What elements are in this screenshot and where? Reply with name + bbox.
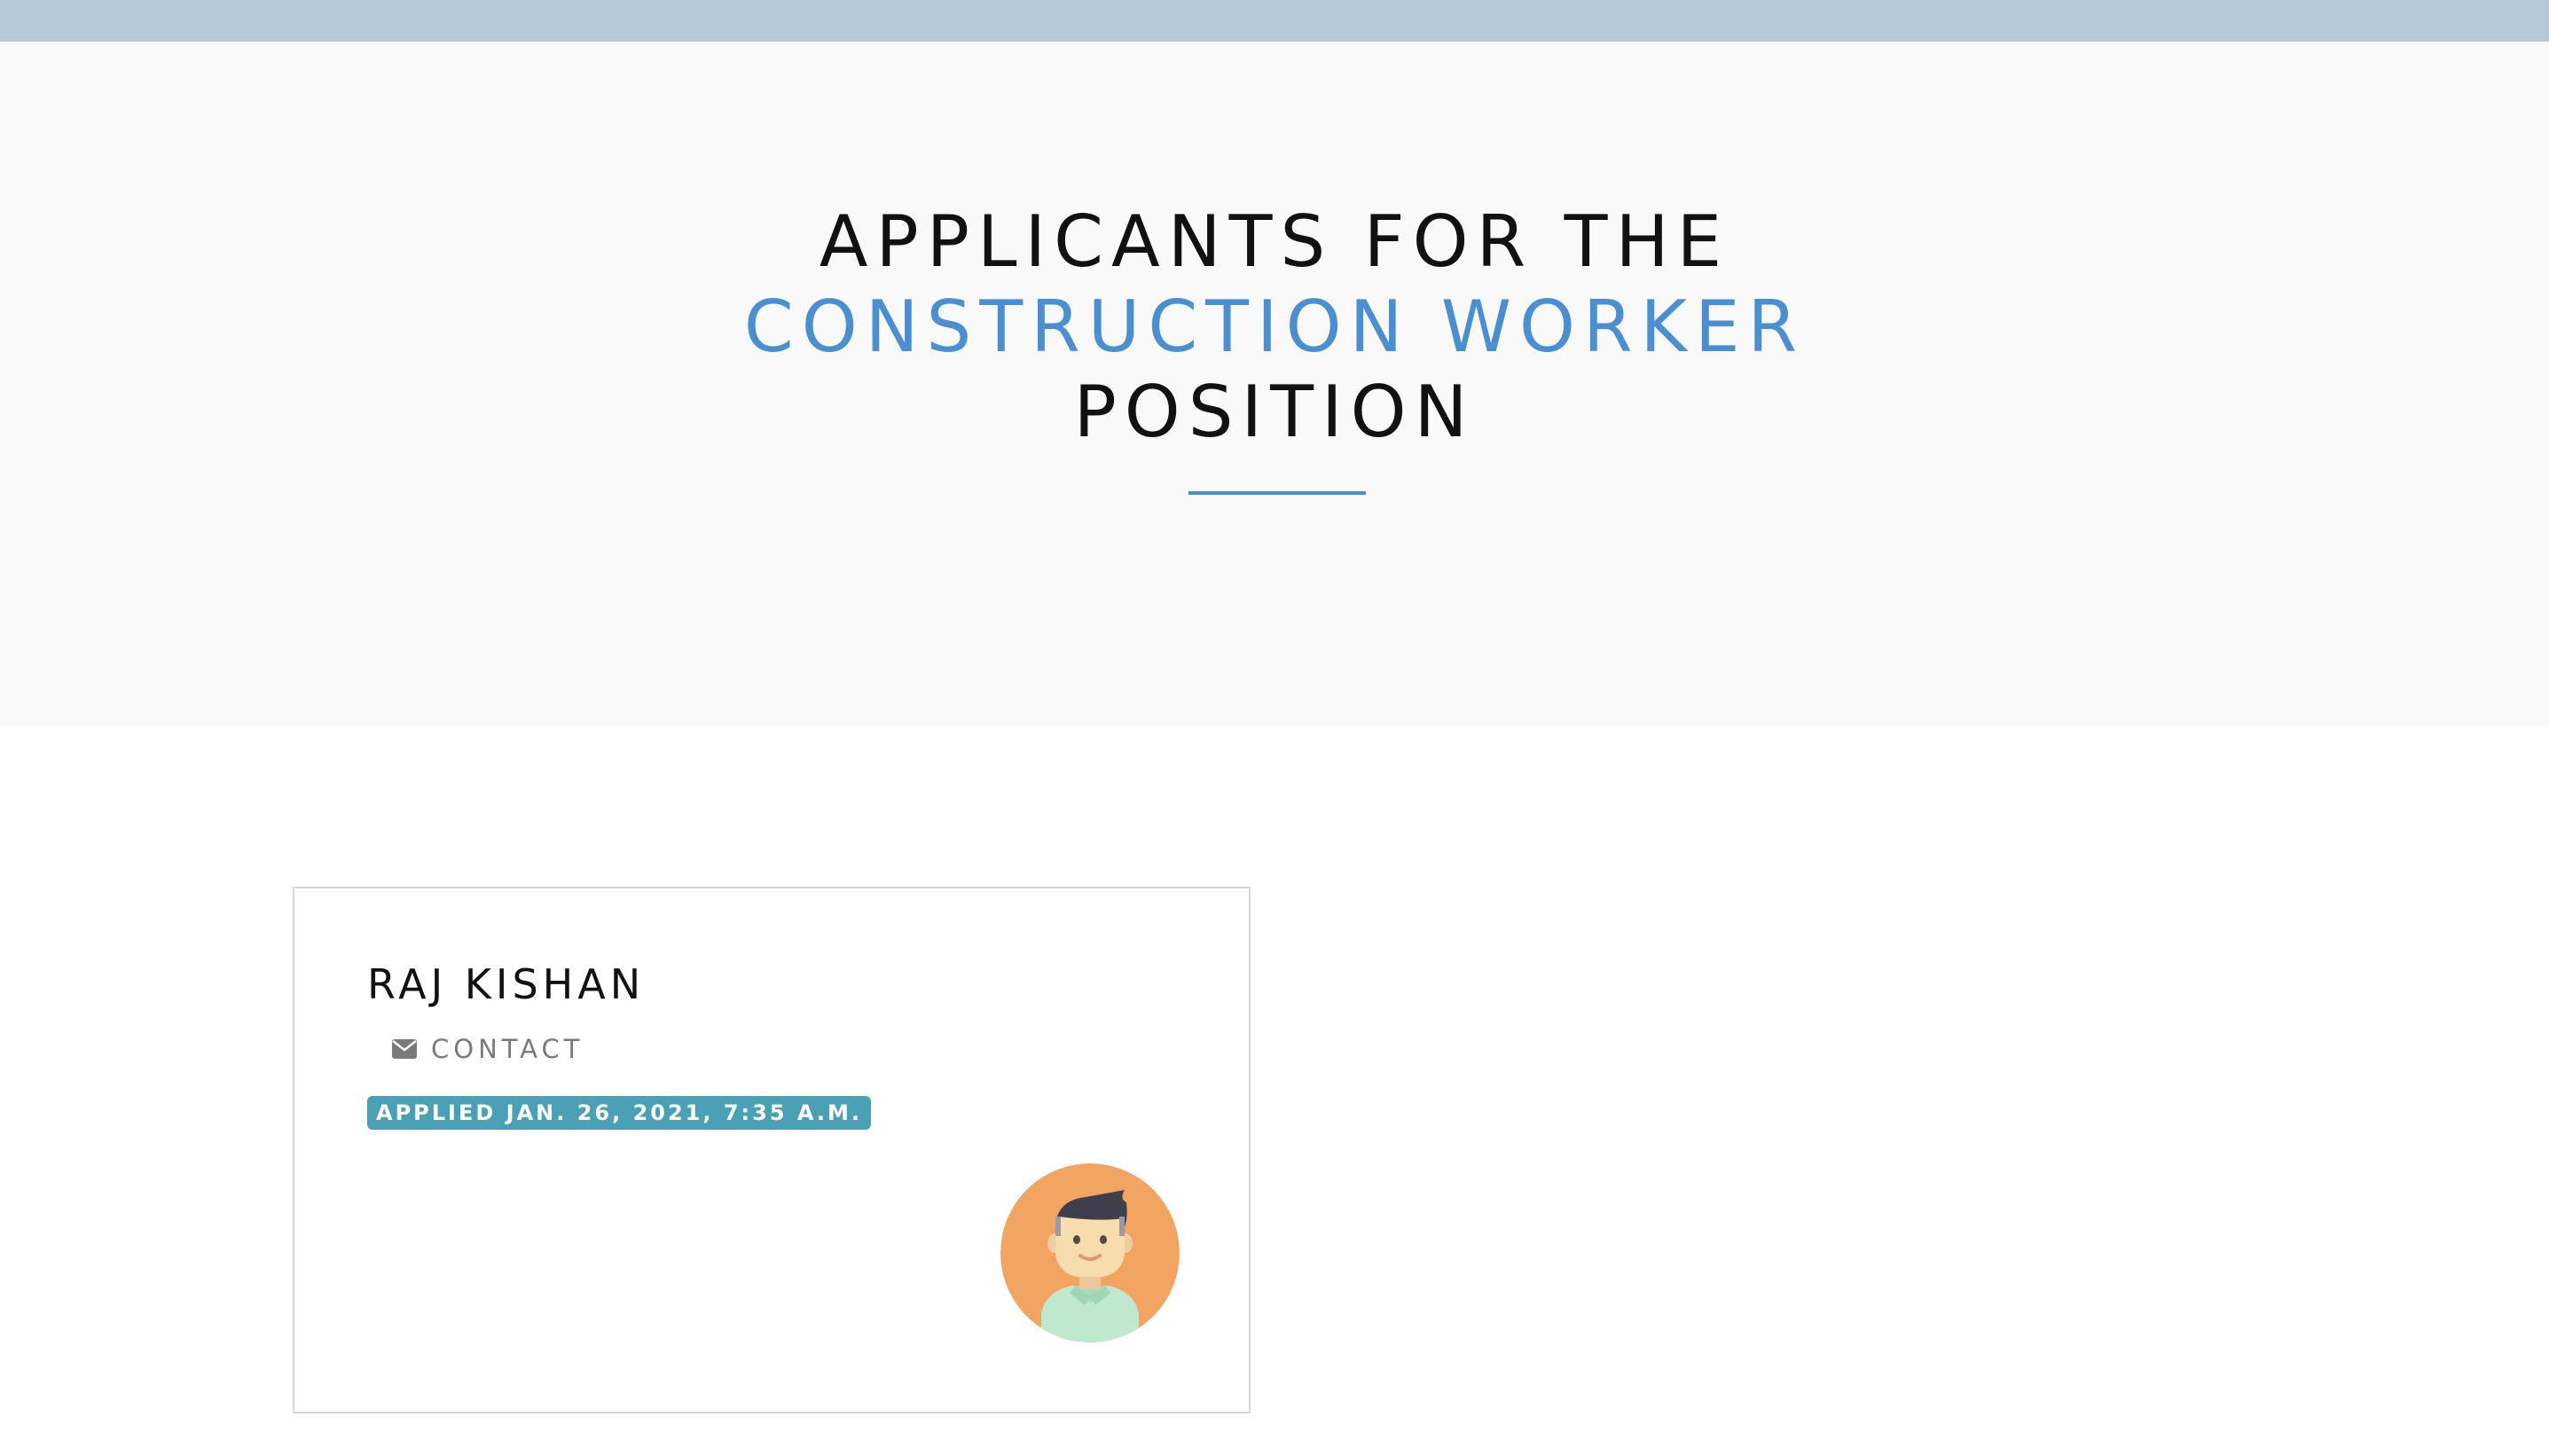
envelope-icon (392, 1039, 417, 1059)
applied-date-badge: APPLIED JAN. 26, 2021, 7:35 A.M. (367, 1096, 872, 1130)
title-underline (1188, 491, 1366, 495)
page-title-line-1: APPLICANTS FOR THE (819, 200, 1730, 283)
contact-label: CONTACT (431, 1034, 584, 1064)
avatar (1000, 1163, 1180, 1342)
page-title: APPLICANTS FOR THE CONSTRUCTION WORKER P… (0, 200, 2549, 455)
hero-section: APPLICANTS FOR THE CONSTRUCTION WORKER P… (0, 42, 2549, 727)
applicant-card: RAJ KISHAN CONTACT APPLIED JAN. 26, 2021… (293, 887, 1251, 1413)
applicant-name: RAJ KISHAN (367, 960, 646, 1008)
top-bar (0, 0, 2549, 42)
contact-link[interactable]: CONTACT (392, 1034, 584, 1064)
page-title-position-name: CONSTRUCTION WORKER (743, 286, 1806, 368)
page-title-line-3: POSITION (1073, 371, 1476, 453)
